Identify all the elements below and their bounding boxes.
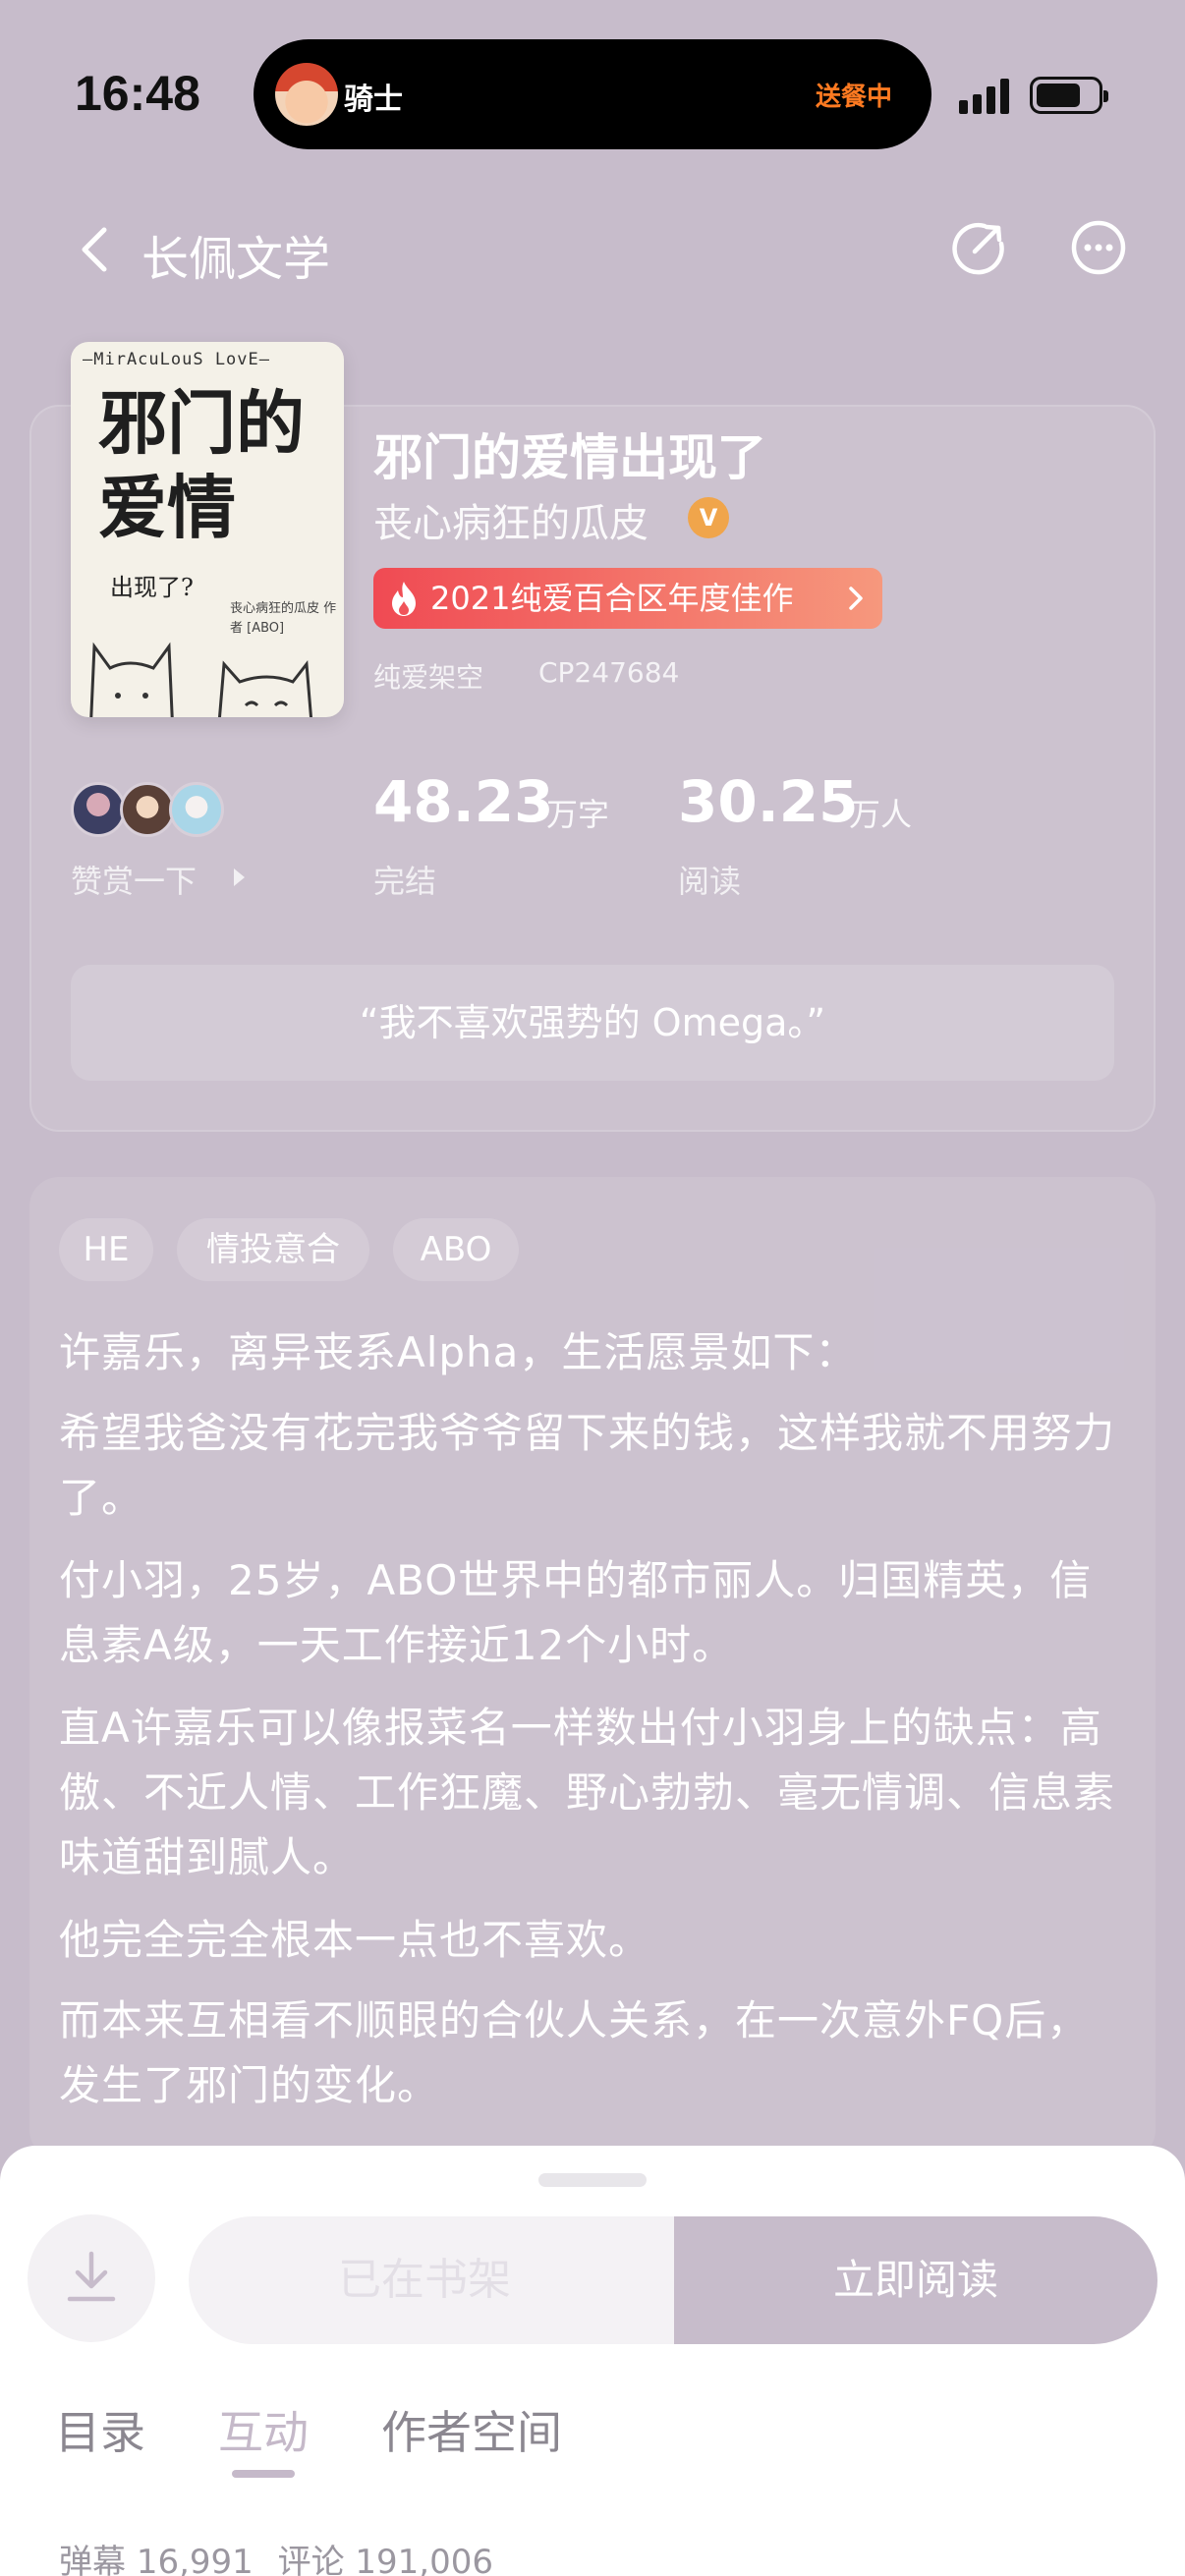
danmu-label: 弹幕 — [59, 2543, 126, 2576]
reward-label[interactable]: 赞赏一下 — [71, 857, 197, 902]
book-title: 邪门的爱情出现了 — [373, 429, 766, 486]
interaction-stats: 弹幕 16,991 评论 191,006 — [59, 2535, 493, 2576]
book-cp-id: CP247684 — [538, 656, 680, 689]
comment-count: 191,006 — [355, 2543, 494, 2576]
author-name[interactable]: 丧心病狂的瓜皮 — [373, 491, 649, 548]
cover-cats-illustration — [89, 642, 313, 717]
nav-bar: 长佩文学 — [0, 196, 1185, 305]
intro-paragraph: 付小羽，25岁，ABO世界中的都市丽人。归国精英，信息素A级，一天工作接近12个… — [59, 1556, 1093, 1669]
reader-count: 30.25 — [678, 768, 859, 835]
word-count-unit: 万字 — [546, 796, 610, 833]
rider-label: 骑士 — [344, 83, 403, 117]
tab-catalog[interactable]: 目录 — [55, 2397, 145, 2462]
dynamic-island[interactable]: 骑士 送餐中 — [254, 39, 931, 149]
tag-abo[interactable]: ABO — [393, 1218, 519, 1281]
book-cover[interactable]: —MirAcuLouS LovE— 邪门的爱情 出现了? 丧心病狂的瓜皮 作者 … — [71, 342, 344, 717]
reader-label: 阅读 — [678, 863, 742, 900]
intro-paragraph: 直A许嘉乐可以像报菜名一样数出付小羽身上的缺点：高傲、不近人情、工作狂魔、野心勃… — [59, 1704, 1116, 1881]
share-icon[interactable] — [949, 218, 1008, 277]
book-category[interactable]: 纯爱架空 — [373, 656, 483, 696]
in-bookshelf-button[interactable]: 已在书架 — [189, 2216, 739, 2344]
chevron-right-icon — [849, 587, 863, 610]
status-label: 完结 — [373, 863, 437, 900]
rider-avatar — [275, 63, 338, 126]
battery-icon — [1030, 77, 1108, 114]
intro-paragraph: 许嘉乐，离异丧系Alpha，生活愿景如下： — [59, 1328, 858, 1376]
back-icon[interactable] — [71, 220, 120, 279]
avatar — [120, 782, 175, 837]
bottom-sheet — [0, 2146, 1185, 2576]
nav-title: 长佩文学 — [141, 232, 331, 287]
intro-paragraph: 他完全完全根本一点也不喜欢。 — [59, 1916, 651, 1964]
avatar — [71, 782, 126, 837]
read-now-button[interactable]: 立即阅读 — [674, 2216, 1157, 2344]
cover-subtitle: 出现了? — [110, 574, 194, 601]
sheet-handle[interactable] — [538, 2173, 647, 2187]
danmu-count: 16,991 — [136, 2543, 254, 2576]
delivery-status: 送餐中 — [815, 83, 892, 112]
comment-label: 评论 — [277, 2543, 345, 2576]
more-icon[interactable] — [1069, 218, 1128, 277]
status-time: 16:48 — [75, 66, 200, 121]
award-badge[interactable]: 2021纯爱百合区年度佳作 — [373, 568, 882, 629]
download-icon — [67, 2251, 116, 2302]
cover-top-text: —MirAcuLouS LovE— — [83, 350, 270, 369]
tab-interaction[interactable]: 互动 — [218, 2397, 309, 2462]
reader-count-unit: 万人 — [849, 796, 913, 833]
status-bar: 16:48 骑士 送餐中 — [0, 0, 1185, 187]
download-button[interactable] — [28, 2214, 155, 2342]
verified-badge-icon: V — [688, 497, 729, 538]
signal-icon — [959, 77, 1010, 114]
intro-paragraph: 希望我爸没有花完我爷爷留下来的钱，这样我就不用努力了。 — [59, 1409, 1116, 1522]
word-count: 48.23 — [373, 768, 554, 835]
triangle-right-icon — [234, 868, 245, 886]
tag-he[interactable]: HE — [59, 1218, 153, 1281]
book-quote: “我不喜欢强势的 Omega。” — [71, 965, 1114, 1081]
avatar — [169, 782, 224, 837]
cover-title: 邪门的爱情 — [98, 382, 305, 548]
fire-icon — [392, 582, 416, 616]
reward-avatars[interactable] — [71, 782, 228, 837]
tag-qingtouyihe[interactable]: 情投意合 — [177, 1218, 369, 1281]
award-label: 2021纯爱百合区年度佳作 — [430, 580, 794, 617]
tab-author-space[interactable]: 作者空间 — [381, 2397, 562, 2462]
intro-paragraph: 而本来互相看不顺眼的合伙人关系，在一次意外FQ后，发生了邪门的变化。 — [59, 1996, 1090, 2109]
active-tab-indicator — [232, 2470, 295, 2478]
